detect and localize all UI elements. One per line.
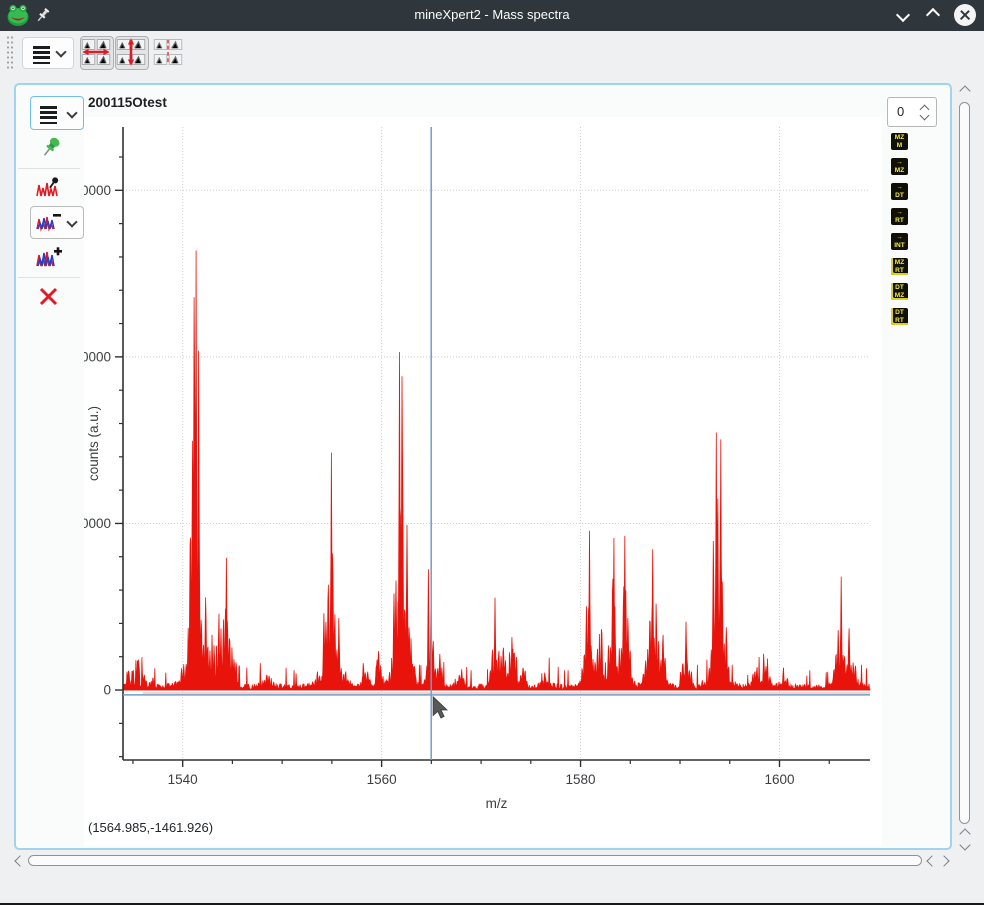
- svg-text:1560: 1560: [367, 772, 397, 787]
- trace-subtract-combo[interactable]: [30, 206, 84, 239]
- trace-subtract-icon: [36, 212, 62, 232]
- vertical-scrollbar[interactable]: [956, 84, 973, 852]
- svg-text:150000: 150000: [84, 183, 111, 198]
- close-button[interactable]: [954, 4, 976, 26]
- minimize-button[interactable]: [898, 8, 912, 22]
- expand-intensity-icon: [116, 37, 146, 67]
- trace-title: 200115Otest: [88, 95, 167, 110]
- chevron-down-icon: [55, 46, 66, 57]
- svg-text:counts (a.u.): counts (a.u.): [86, 406, 101, 481]
- svg-text:1580: 1580: [566, 772, 596, 787]
- toolbar-menu-button[interactable]: [22, 37, 74, 69]
- scroll-up-icon[interactable]: [959, 828, 970, 839]
- scroll-down-icon[interactable]: [959, 839, 970, 850]
- mass-spectrum-plot[interactable]: 1540 1560 1580 1600 0 50000 100000 150000 m/z cou…: [84, 117, 882, 817]
- svg-text:1600: 1600: [764, 772, 794, 787]
- pin-trace-button[interactable]: [40, 136, 62, 160]
- dt-arrow-icon[interactable]: →DT: [891, 183, 908, 200]
- expand-mz-range-button[interactable]: [80, 36, 114, 70]
- scan-index-spinbox[interactable]: 0: [887, 97, 937, 127]
- int-arrow-icon[interactable]: →INT: [891, 233, 908, 250]
- plot-widget: 1540 1560 1580 1600 0 50000 100000 150000 m/z cou…: [84, 117, 882, 846]
- scroll-left-icon[interactable]: [926, 855, 937, 866]
- scroll-right-icon[interactable]: [938, 855, 949, 866]
- spinbox-value: 0: [897, 104, 904, 119]
- hamburger-icon: [40, 106, 57, 119]
- trace-add-button[interactable]: [36, 246, 62, 269]
- chevron-down-icon: [66, 216, 77, 227]
- rt-arrow-icon[interactable]: →RT: [891, 208, 908, 225]
- slice-vertical-button[interactable]: [152, 36, 186, 70]
- mouse-cursor-icon: [433, 697, 447, 718]
- svg-text:1540: 1540: [168, 772, 198, 787]
- panel-menu-button[interactable]: [30, 96, 84, 130]
- horizontal-scrollbar[interactable]: [14, 852, 950, 869]
- chevron-down-icon: [66, 107, 77, 118]
- axis-shortcut-icons: MZM →MZ →DT →RT →INT MZRT DTMZ DTRT: [891, 133, 911, 333]
- separator: [18, 277, 80, 278]
- hamburger-icon: [33, 46, 50, 59]
- toolbar-drag-handle[interactable]: [6, 35, 14, 69]
- expand-mz-icon: [81, 37, 111, 67]
- separator: [18, 168, 80, 169]
- mz-rt-axes-icon[interactable]: MZRT: [891, 258, 908, 275]
- scroll-up-icon[interactable]: [959, 85, 970, 96]
- vertical-scrollbar-thumb[interactable]: [959, 102, 970, 824]
- minexpert2-window: mineXpert2 - Mass spectra: [0, 0, 984, 905]
- slice-vertical-icon: [153, 37, 183, 67]
- spin-down-icon[interactable]: [920, 111, 930, 121]
- scroll-left-icon[interactable]: [14, 855, 25, 866]
- horizontal-scrollbar-thumb[interactable]: [28, 855, 922, 866]
- svg-text:0: 0: [103, 683, 111, 698]
- titlebar: mineXpert2 - Mass spectra: [0, 0, 984, 31]
- window-title: mineXpert2 - Mass spectra: [0, 7, 984, 22]
- dt-mz-axes-icon[interactable]: DTMZ: [891, 283, 908, 300]
- main-toolbar: [0, 31, 984, 72]
- svg-text:m/z: m/z: [486, 796, 508, 811]
- trace-marker-button[interactable]: [36, 176, 62, 199]
- maximize-button[interactable]: [928, 8, 942, 22]
- close-trace-button[interactable]: [38, 286, 59, 307]
- dt-rt-axes-icon[interactable]: DTRT: [891, 308, 908, 325]
- expand-intensity-range-button[interactable]: [115, 36, 149, 70]
- svg-text:100000: 100000: [84, 349, 111, 364]
- cursor-coordinates: (1564.985,-1461.926): [88, 820, 213, 835]
- mz-to-mono-icon[interactable]: MZM: [891, 133, 908, 150]
- mz-arrow-icon[interactable]: →MZ: [891, 158, 908, 175]
- svg-text:50000: 50000: [84, 516, 111, 531]
